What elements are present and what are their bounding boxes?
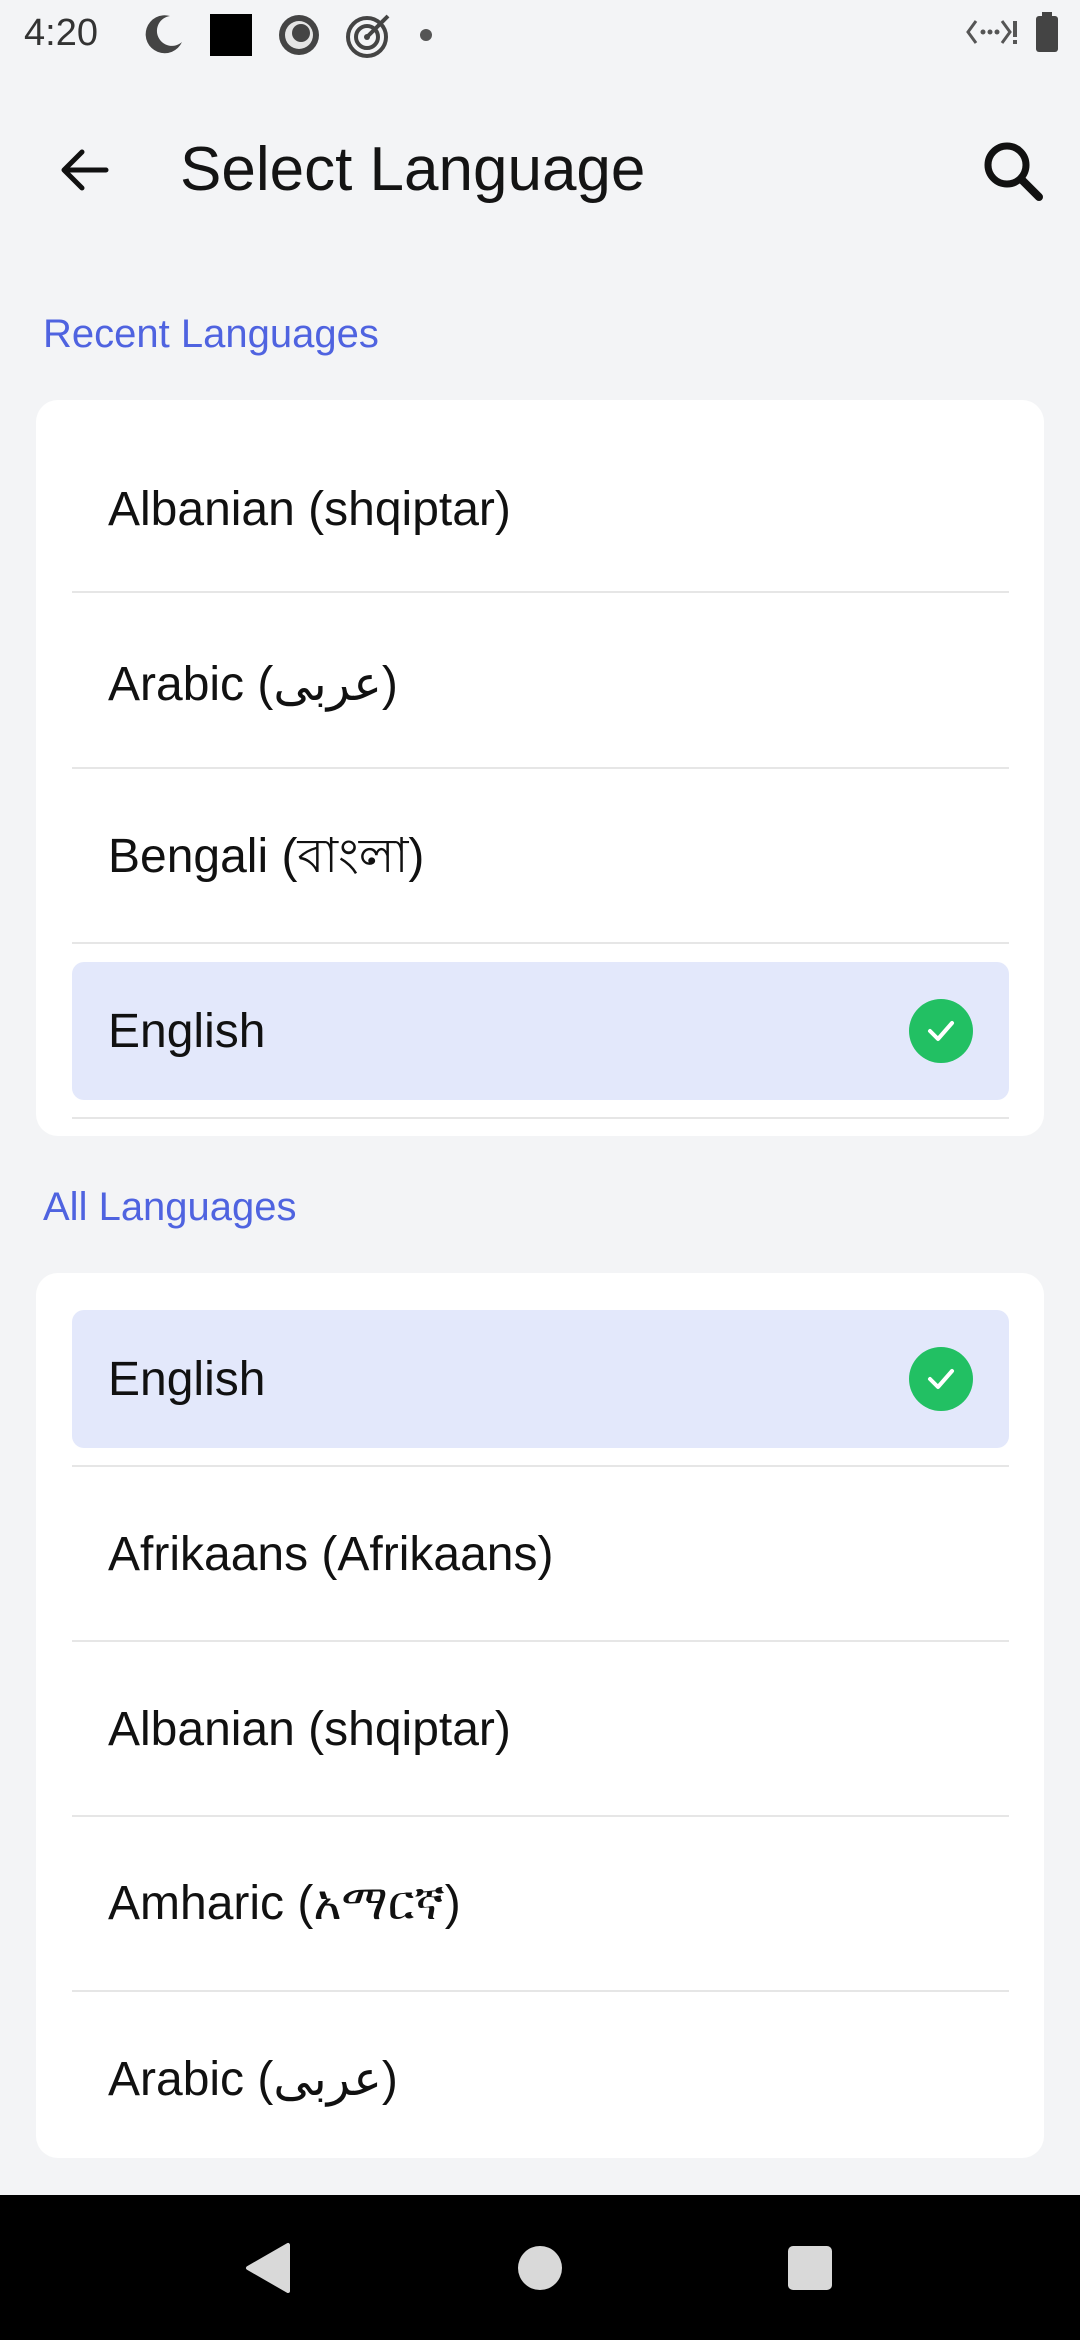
all-languages-title: All Languages xyxy=(43,1185,297,1229)
language-item[interactable]: Arabic (عربى) xyxy=(72,2010,1009,2148)
nav-back-button[interactable] xyxy=(232,2235,302,2305)
search-button[interactable] xyxy=(968,128,1058,218)
language-label: Afrikaans (Afrikaans) xyxy=(108,1527,554,1581)
back-button[interactable] xyxy=(44,132,124,212)
language-item[interactable]: Albanian (shqiptar) xyxy=(72,1660,1009,1798)
recent-languages-card: Albanian (shqiptar) Arabic (عربى) Bengal… xyxy=(36,400,1044,1136)
status-bar: 4:20 xyxy=(0,0,1080,72)
page-title: Select Language xyxy=(180,135,646,204)
status-time: 4:20 xyxy=(24,12,98,54)
data-saver-icon xyxy=(966,15,1018,54)
dot-icon xyxy=(416,25,436,50)
nav-home-button[interactable] xyxy=(505,2235,575,2305)
recents-square-icon xyxy=(786,2244,834,2297)
divider xyxy=(72,942,1009,944)
home-circle-icon xyxy=(516,2244,564,2297)
all-languages-card: English Afrikaans (Afrikaans) Albanian (… xyxy=(36,1273,1044,2158)
check-circle-icon xyxy=(909,1347,973,1411)
target-icon xyxy=(344,10,394,65)
recent-language-item[interactable]: Arabic (عربى) xyxy=(72,615,1009,753)
recent-language-item[interactable]: Bengali (বাংলা) xyxy=(72,790,1009,928)
language-label: Albanian (shqiptar) xyxy=(108,1702,511,1756)
check-circle-icon xyxy=(909,999,973,1063)
divider xyxy=(72,1990,1009,1992)
language-item[interactable]: Afrikaans (Afrikaans) xyxy=(72,1485,1009,1623)
black-square-icon xyxy=(208,12,254,63)
divider xyxy=(72,767,1009,769)
navigation-bar xyxy=(0,2195,1080,2340)
status-icons-right xyxy=(966,10,1060,59)
language-label: Bengali (বাংলা) xyxy=(108,829,425,883)
language-item-selected[interactable]: English xyxy=(72,1310,1009,1448)
recent-language-item-selected[interactable]: English xyxy=(72,962,1009,1100)
language-label: English xyxy=(108,1004,266,1058)
language-item[interactable]: Amharic (አማርኛ) xyxy=(72,1835,1009,1973)
record-icon xyxy=(276,12,322,63)
language-label: Albanian (shqiptar) xyxy=(108,482,511,536)
recent-language-item[interactable]: Albanian (shqiptar) xyxy=(72,440,1009,578)
language-label: Arabic (عربى) xyxy=(108,2053,398,2106)
moon-clock-icon xyxy=(140,12,186,63)
language-label: Amharic (አማርኛ) xyxy=(108,1877,461,1930)
language-label: Arabic (عربى) xyxy=(108,658,398,711)
nav-recents-button[interactable] xyxy=(775,2235,845,2305)
divider xyxy=(72,1640,1009,1642)
recent-languages-title: Recent Languages xyxy=(43,312,379,356)
status-icons-left xyxy=(140,10,436,65)
divider xyxy=(72,1815,1009,1817)
divider xyxy=(72,591,1009,593)
divider xyxy=(72,1465,1009,1467)
search-icon xyxy=(981,139,1045,208)
back-triangle-icon xyxy=(242,2241,292,2300)
language-label: English xyxy=(108,1352,266,1406)
app-bar: Select Language xyxy=(0,72,1080,272)
battery-icon xyxy=(1034,10,1060,59)
arrow-left-icon xyxy=(56,142,112,203)
divider xyxy=(72,1117,1009,1119)
